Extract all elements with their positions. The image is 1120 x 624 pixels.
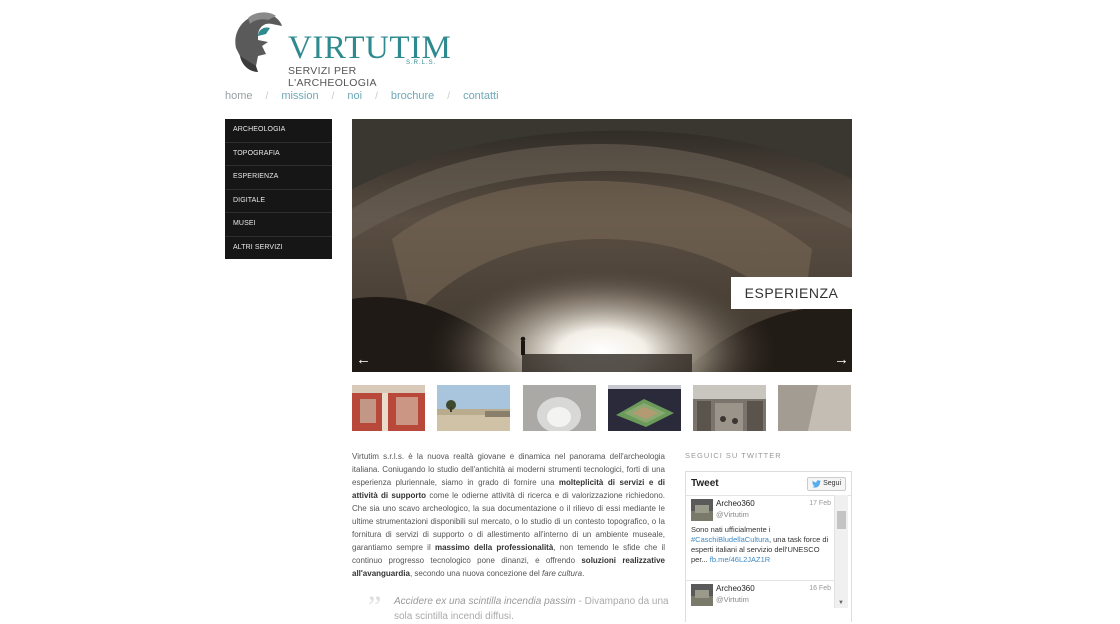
side-menu-topografia[interactable]: TOPOGRAFIA [225,143,332,166]
tweet-url-link[interactable]: fb.me/46L2JAZ1R [710,555,770,564]
intro-italic-fare-cultura: fare cultura [542,569,583,578]
tweet-author-name[interactable]: Archeo360 [716,584,755,593]
tweet-author-name[interactable]: Archeo360 [716,499,755,508]
tweet-date[interactable]: 16 Feb [809,585,831,592]
quote-block: ” Accidere ex una scintilla incendia pas… [368,592,672,624]
slider-prev-arrow-icon[interactable]: ← [356,351,371,368]
side-menu-digitale[interactable]: DIGITALE [225,190,332,213]
side-menu-archeologia[interactable]: ARCHEOLOGIA [225,119,332,143]
thumbnail-stone[interactable] [778,385,851,431]
slide-caption[interactable]: ESPERIENZA [731,277,852,309]
tweet-divider [686,580,834,581]
intro-highlight-professionalism: massimo della professionalità [434,543,554,552]
slider-next-arrow-icon[interactable]: → [834,351,849,368]
tunnel-image [523,385,596,431]
thumbnail-fresco[interactable] [352,385,425,431]
stone-image [778,385,851,431]
fresco-image [352,385,425,431]
thumbnail-landscape[interactable] [437,385,510,431]
twitter-scrollbar[interactable]: ▼ [834,495,848,608]
nav-contatti[interactable]: contatti [463,90,498,102]
museum-image [693,385,766,431]
tweet-hashtag-link[interactable]: #CaschiBludellaCultura [691,535,769,544]
tweet-avatar [691,584,713,606]
tweet-author-handle[interactable]: @Virtutim [716,510,749,519]
nav-separator: / [265,90,269,102]
hero-slider[interactable]: ESPERIENZA ← → [352,119,852,372]
scrollbar-thumb[interactable] [837,511,846,529]
tweet-date[interactable]: 17 Feb [809,500,831,507]
tweet-item[interactable]: Archeo360 @Virtutim 16 Feb [691,584,831,622]
scroll-down-arrow-icon[interactable]: ▼ [838,600,844,606]
nav-separator: / [331,90,335,102]
thumbnail-3d-model[interactable] [608,385,681,431]
nav-mission[interactable]: mission [281,90,318,102]
cave-image [352,119,852,372]
tweet-body: Sono nati ufficialmente i #CaschiBludell… [691,525,829,564]
twitter-header-title: Tweet [691,478,719,489]
twitter-section-title: SEGUICI SU TWITTER [685,451,782,460]
nav-brochure[interactable]: brochure [391,90,434,102]
brand-tagline: SERVIZI PER L'ARCHEOLOGIA [288,65,377,89]
tweet-author-handle[interactable]: @Virtutim [716,595,749,604]
side-menu-altri-servizi[interactable]: ALTRI SERVIZI [225,237,332,260]
nav-home[interactable]: home [225,90,253,102]
thumbnail-tunnel[interactable] [523,385,596,431]
3d-model-image [608,385,681,431]
intro-text: Virtutim s.r.l.s. è la nuova realtà giov… [352,452,666,578]
quote-mark-icon: ” [368,590,382,623]
quote-latin: Accidere ex una scintilla incendia passi… [394,596,576,607]
side-menu-esperienza[interactable]: ESPERIENZA [225,166,332,190]
twitter-header: Tweet Segui [686,472,851,496]
side-menu-musei[interactable]: MUSEI [225,213,332,237]
helmet-logo-icon [235,12,282,72]
tweet-avatar [691,499,713,521]
twitter-follow-label: Segui [823,480,841,487]
nav-separator: / [375,90,378,102]
site-logo[interactable]: VIRTUTIM S.R.L.S. SERVIZI PER L'ARCHEOLO… [228,10,451,89]
tweet-item[interactable]: Archeo360 @Virtutim 17 Feb Sono nati uff… [691,499,831,579]
thumbnail-museum[interactable] [693,385,766,431]
twitter-bird-icon [812,479,822,488]
nav-noi[interactable]: noi [347,90,362,102]
top-nav: home / mission / noi / brochure / contat… [225,88,499,104]
twitter-follow-button[interactable]: Segui [807,476,846,491]
side-menu: ARCHEOLOGIA TOPOGRAFIA ESPERIENZA DIGITA… [225,119,332,259]
twitter-widget: Tweet Segui Archeo360 @Virtutim 17 Feb S… [685,471,852,622]
nav-separator: / [447,90,451,102]
landscape-image [437,385,510,431]
